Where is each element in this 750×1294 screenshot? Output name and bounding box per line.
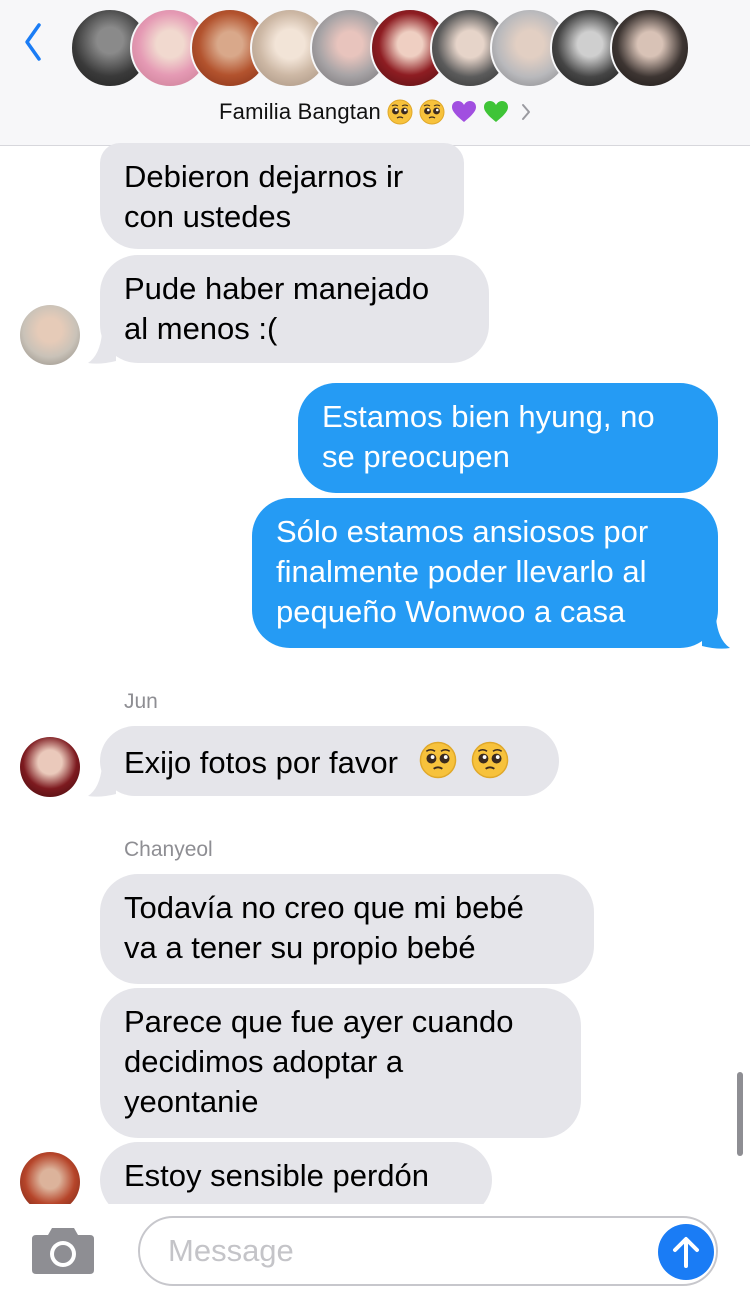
message-line: Todavía no creo que mi bebé — [124, 890, 524, 925]
message-line: Parece que fue ayer cuando — [124, 1004, 514, 1039]
message-line: al menos :( — [124, 311, 278, 346]
incoming-message-bubble[interactable]: Todavía no creo que mi bebé va a tener s… — [100, 874, 594, 984]
group-name: Familia Bangtan — [219, 99, 381, 124]
outgoing-message-bubble[interactable]: Sólo estamos ansiosos por finalmente pod… — [252, 498, 718, 648]
arrow-up-icon — [673, 1237, 699, 1268]
conversation-header: Familia Bangtan — [0, 0, 750, 146]
message-line: finalmente poder llevarlo al — [276, 554, 647, 589]
message-line: Debieron dejarnos ir — [124, 159, 404, 194]
bubble-tail — [702, 618, 730, 649]
camera-button[interactable] — [30, 1224, 100, 1280]
participant-avatar — [610, 8, 690, 88]
chevron-right-icon — [521, 104, 530, 120]
pleading-face-icon — [471, 741, 509, 779]
incoming-message-bubble[interactable]: Exijo fotos por favor — [100, 726, 559, 796]
scrollbar[interactable] — [737, 1072, 743, 1156]
pleading-face-icon — [419, 99, 445, 125]
outgoing-message-bubble[interactable]: Estamos bien hyung, no se preocupen — [298, 383, 718, 493]
sender-name: Chanyeol — [124, 838, 213, 861]
message-line: pequeño Wonwoo a casa — [276, 594, 626, 629]
sender-avatar[interactable] — [20, 1152, 80, 1212]
incoming-message-bubble[interactable]: Pude haber manejado al menos :( — [100, 255, 489, 363]
bubble-tail — [88, 766, 116, 797]
message-composer: Message — [0, 1204, 750, 1294]
message-line: se preocupen — [322, 439, 510, 474]
message-line: Pude haber manejado — [124, 271, 430, 306]
bubble-tail — [88, 333, 116, 364]
camera-icon — [32, 1228, 94, 1274]
message-input-placeholder: Message — [168, 1233, 294, 1268]
sender-name: Jun — [124, 690, 158, 713]
sender-avatar[interactable] — [20, 305, 80, 365]
send-button[interactable] — [658, 1224, 714, 1280]
sender-avatar[interactable] — [20, 737, 80, 797]
incoming-message-bubble[interactable]: Parece que fue ayer cuando decidimos ado… — [100, 988, 581, 1138]
back-button[interactable] — [16, 14, 50, 70]
incoming-message-bubble[interactable]: Debieron dejarnos ir con ustedes — [100, 143, 464, 249]
message-line: decidimos adoptar a — [124, 1044, 404, 1079]
message-line: yeontanie — [124, 1084, 259, 1119]
message-line: Sólo estamos ansiosos por — [276, 514, 649, 549]
pleading-face-icon — [387, 99, 413, 125]
message-input[interactable]: Message — [138, 1216, 718, 1286]
group-title-button[interactable]: Familia Bangtan — [0, 94, 750, 130]
message-text: Exijo fotos por favor — [124, 745, 398, 780]
purple-heart-icon — [451, 101, 476, 122]
message-line: Estamos bien hyung, no — [322, 399, 655, 434]
pleading-face-icon — [419, 741, 456, 779]
message-line: Estoy sensible perdón — [124, 1158, 430, 1193]
green-heart-icon — [483, 101, 508, 122]
message-line: con ustedes — [124, 199, 292, 234]
chevron-left-icon — [25, 23, 41, 61]
message-line: va a tener su propio bebé — [124, 930, 476, 965]
